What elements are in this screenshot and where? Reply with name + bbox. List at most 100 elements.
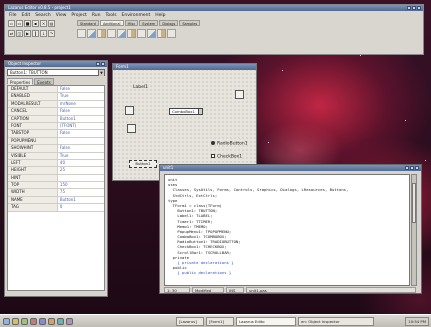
ide-titlebar[interactable]: Lazarus Editor v0.8.5 - project1: [5, 5, 423, 11]
inspector-titlebar[interactable]: Object Inspector: [5, 61, 107, 67]
close-icon[interactable]: [415, 166, 419, 170]
property-row[interactable]: HINT: [8, 174, 104, 183]
tab-misc[interactable]: Misc: [124, 20, 139, 26]
popupmenu-component-icon[interactable]: [127, 124, 136, 133]
timer-component-icon[interactable]: [235, 90, 244, 99]
property-row[interactable]: FONT (TFONT): [8, 122, 104, 131]
property-row[interactable]: VISIBLE True: [8, 152, 104, 160]
component-selector[interactable]: Button1: TBUTTON ▼: [7, 69, 105, 76]
menu-view[interactable]: View: [56, 13, 67, 18]
designer-checkbox[interactable]: CheckBox1: [211, 154, 242, 160]
component-icon[interactable]: [147, 29, 156, 38]
property-value[interactable]: 40: [58, 160, 104, 166]
property-row[interactable]: HEIGHT 25: [8, 167, 104, 175]
designer-label[interactable]: Label1: [133, 85, 148, 90]
property-row[interactable]: NAME Button1: [8, 196, 104, 205]
help-icon[interactable]: [66, 318, 73, 325]
terminal-icon[interactable]: [21, 318, 28, 325]
property-value[interactable]: 150: [58, 182, 104, 188]
tab-dialogs[interactable]: Dialogs: [159, 20, 179, 26]
chevron-down-icon[interactable]: [198, 108, 203, 115]
component-icon[interactable]: [157, 29, 166, 38]
tab-standard[interactable]: Standard: [77, 20, 99, 26]
menu-tools[interactable]: Tools: [105, 13, 116, 18]
property-value[interactable]: False: [58, 145, 104, 151]
component-icon[interactable]: [137, 29, 146, 38]
property-row[interactable]: ENABLED True: [8, 93, 104, 101]
form-titlebar[interactable]: Form1: [113, 64, 256, 70]
property-value[interactable]: mrNone: [58, 101, 104, 107]
maximize-icon[interactable]: [412, 6, 416, 10]
step-over-icon[interactable]: ↷: [48, 30, 55, 37]
save-icon[interactable]: ■: [24, 20, 31, 27]
taskbar-task[interactable]: [Form1]: [206, 317, 234, 326]
start-icon[interactable]: [3, 318, 10, 325]
editor-app-icon[interactable]: [48, 318, 55, 325]
component-icon[interactable]: [167, 29, 176, 38]
designer-combobox[interactable]: ComboBox1: [169, 108, 203, 115]
property-row[interactable]: MODALRESULT mrNone: [8, 100, 104, 109]
property-row[interactable]: CAPTION Button1: [8, 115, 104, 123]
step-into-icon[interactable]: ↓: [40, 30, 47, 37]
tab-additional[interactable]: Additional: [99, 20, 124, 26]
close-icon[interactable]: [101, 62, 105, 66]
property-value[interactable]: [58, 175, 104, 181]
component-icon[interactable]: [117, 29, 126, 38]
property-value[interactable]: False: [58, 108, 104, 114]
property-row[interactable]: CANCEL False: [8, 108, 104, 116]
tab-properties[interactable]: Properties: [7, 78, 34, 85]
settings-icon[interactable]: [57, 318, 64, 325]
property-value[interactable]: Button1: [58, 197, 104, 203]
mail-icon[interactable]: [39, 318, 46, 325]
menu-search[interactable]: Search: [35, 13, 50, 18]
property-value[interactable]: 75: [58, 189, 104, 195]
property-value[interactable]: (TFONT): [58, 123, 104, 129]
menu-file[interactable]: File: [9, 13, 17, 18]
editor-scrollbar[interactable]: [411, 174, 417, 286]
component-icon[interactable]: [127, 29, 136, 38]
property-row[interactable]: TAG 0: [8, 204, 104, 212]
pause-icon[interactable]: ‖: [32, 30, 39, 37]
property-row[interactable]: LEFT 40: [8, 159, 104, 168]
taskbar-task[interactable]: en: Object Inspector: [298, 317, 374, 326]
code-area[interactable]: unit uses Classes, SysUtils, Forms, Contr…: [164, 174, 410, 286]
scrollbar-thumb[interactable]: [412, 183, 416, 223]
property-value[interactable]: True: [58, 93, 104, 99]
editor-titlebar[interactable]: unit1: [160, 165, 421, 171]
designer-button[interactable]: Button1: [129, 160, 157, 168]
property-value[interactable]: False: [58, 130, 104, 136]
property-row[interactable]: DEFAULT False: [8, 86, 104, 94]
property-value[interactable]: Button1: [58, 116, 104, 122]
menu-help[interactable]: Help: [155, 13, 165, 18]
property-value[interactable]: 0: [58, 204, 104, 210]
new-file-icon[interactable]: ▫: [8, 20, 15, 27]
memo-component-icon[interactable]: [125, 106, 134, 115]
property-value[interactable]: True: [58, 153, 104, 159]
property-value[interactable]: False: [58, 86, 104, 92]
menu-run[interactable]: Run: [92, 13, 101, 18]
close-file-icon[interactable]: ×: [40, 20, 47, 27]
property-row[interactable]: POPUPMENU: [8, 137, 104, 146]
component-icon[interactable]: [87, 29, 96, 38]
pointer-tool-icon[interactable]: [77, 29, 86, 38]
close-icon[interactable]: [417, 6, 421, 10]
component-icon[interactable]: [97, 29, 106, 38]
new-form-icon[interactable]: ▤: [48, 20, 55, 27]
menu-project[interactable]: Project: [71, 13, 86, 18]
tab-system[interactable]: System: [139, 20, 159, 26]
run-icon[interactable]: ▶: [24, 30, 31, 37]
view-units-icon[interactable]: ◫: [16, 30, 23, 37]
property-row[interactable]: TABSTOP False: [8, 130, 104, 138]
taskbar-task[interactable]: [Lazarus]: [176, 317, 204, 326]
maximize-icon[interactable]: [410, 166, 414, 170]
open-folder-icon[interactable]: ▭: [16, 20, 23, 27]
minimize-icon[interactable]: [405, 166, 409, 170]
tab-events[interactable]: Events: [34, 78, 54, 85]
taskbar-task[interactable]: Lazarus Edito: [236, 317, 296, 326]
home-icon[interactable]: [12, 318, 19, 325]
property-row[interactable]: WIDTH 75: [8, 189, 104, 197]
save-all-icon[interactable]: ▪: [32, 20, 39, 27]
menu-edit[interactable]: Edit: [22, 13, 31, 18]
toggle-form-icon[interactable]: ⇄: [8, 30, 15, 37]
menu-environment[interactable]: Environment: [122, 13, 151, 18]
